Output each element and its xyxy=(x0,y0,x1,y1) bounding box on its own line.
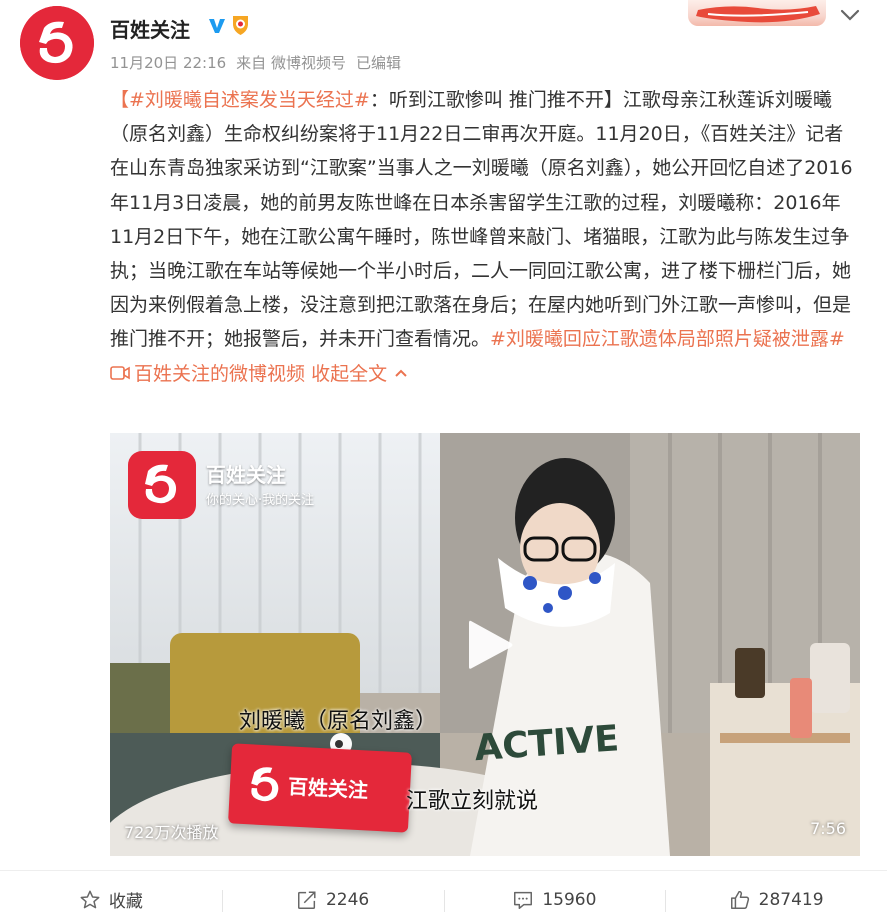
repost-button[interactable]: 2246 xyxy=(221,880,444,920)
comment-button[interactable]: 15960 xyxy=(443,880,666,920)
watermark-subtitle: 你的关心·我的关注 xyxy=(206,493,315,508)
mic-flag: 百姓关注 xyxy=(228,743,412,833)
edited-label[interactable]: 已编辑 xyxy=(356,54,401,72)
post-date[interactable]: 11月20日 22:16 xyxy=(110,54,226,72)
post-source: 来自 微博视频号 xyxy=(236,54,346,72)
play-count: 722万次播放 xyxy=(124,823,219,842)
video-player[interactable]: ACTIVE 百姓关注 你的关心·我的关注 百姓关注 刘暖曦（原名刘鑫） 江歌立… xyxy=(110,433,860,856)
favorite-label: 收藏 xyxy=(108,892,143,912)
post-meta: 11月20日 22:16 来自 微博视频号 已编辑 xyxy=(110,52,411,73)
author-name[interactable]: 百姓关注 xyxy=(110,14,190,43)
caption-name: 刘暖曦（原名刘鑫） xyxy=(239,709,438,734)
gold-badge-icon xyxy=(233,16,248,35)
topic-link-1[interactable]: 【#刘暖曦自述案发当天经过# xyxy=(110,89,370,111)
chevron-down-icon[interactable] xyxy=(838,4,862,26)
mic-flag-label: 百姓关注 xyxy=(287,774,369,803)
topic-link-2[interactable]: #刘暖曦回应江歌遗体局部照片疑被泄露# xyxy=(490,328,845,350)
divider xyxy=(0,870,887,871)
post-body: ：听到江歌惨叫 推门推不开】江歌母亲江秋莲诉刘暖曦 （原名刘鑫）生命权纠纷案将于… xyxy=(110,89,853,351)
watermark-title: 百姓关注 xyxy=(206,463,286,487)
post-text: 【#刘暖曦自述案发当天经过#：听到江歌惨叫 推门推不开】江歌母亲江秋莲诉刘暖曦 … xyxy=(110,83,862,391)
video-link-icon xyxy=(110,365,130,380)
verified-v-icon xyxy=(206,15,227,36)
thumbs-up-icon xyxy=(730,890,749,909)
video-duration: 7:56 xyxy=(810,819,846,838)
chevron-up-icon xyxy=(395,369,407,377)
play-icon[interactable] xyxy=(465,617,515,673)
star-icon xyxy=(80,890,100,908)
watermark-logo-icon xyxy=(128,451,196,519)
author-avatar[interactable] xyxy=(20,6,94,80)
collapse-button[interactable]: 收起全文 xyxy=(311,363,409,385)
action-bar: 收藏 2246 15960 287419 xyxy=(0,876,887,923)
video-link-label[interactable]: 百姓关注的微博视频 xyxy=(134,363,305,385)
like-count: 287419 xyxy=(758,889,824,910)
video-link[interactable]: 百姓关注的微博视频 xyxy=(110,363,305,385)
favorite-button[interactable]: 收藏 xyxy=(0,880,222,920)
like-button[interactable]: 287419 xyxy=(665,880,887,920)
baixing-logo-icon xyxy=(20,6,94,80)
shoe-image xyxy=(696,6,820,23)
repost-icon xyxy=(298,890,316,909)
ad-thumbnail[interactable] xyxy=(688,0,826,26)
comment-count: 15960 xyxy=(542,889,597,910)
collapse-label[interactable]: 收起全文 xyxy=(311,363,387,385)
repost-count: 2246 xyxy=(325,889,370,910)
caption-quote: 江歌立刻就说 xyxy=(406,789,539,814)
comment-icon xyxy=(514,891,533,909)
